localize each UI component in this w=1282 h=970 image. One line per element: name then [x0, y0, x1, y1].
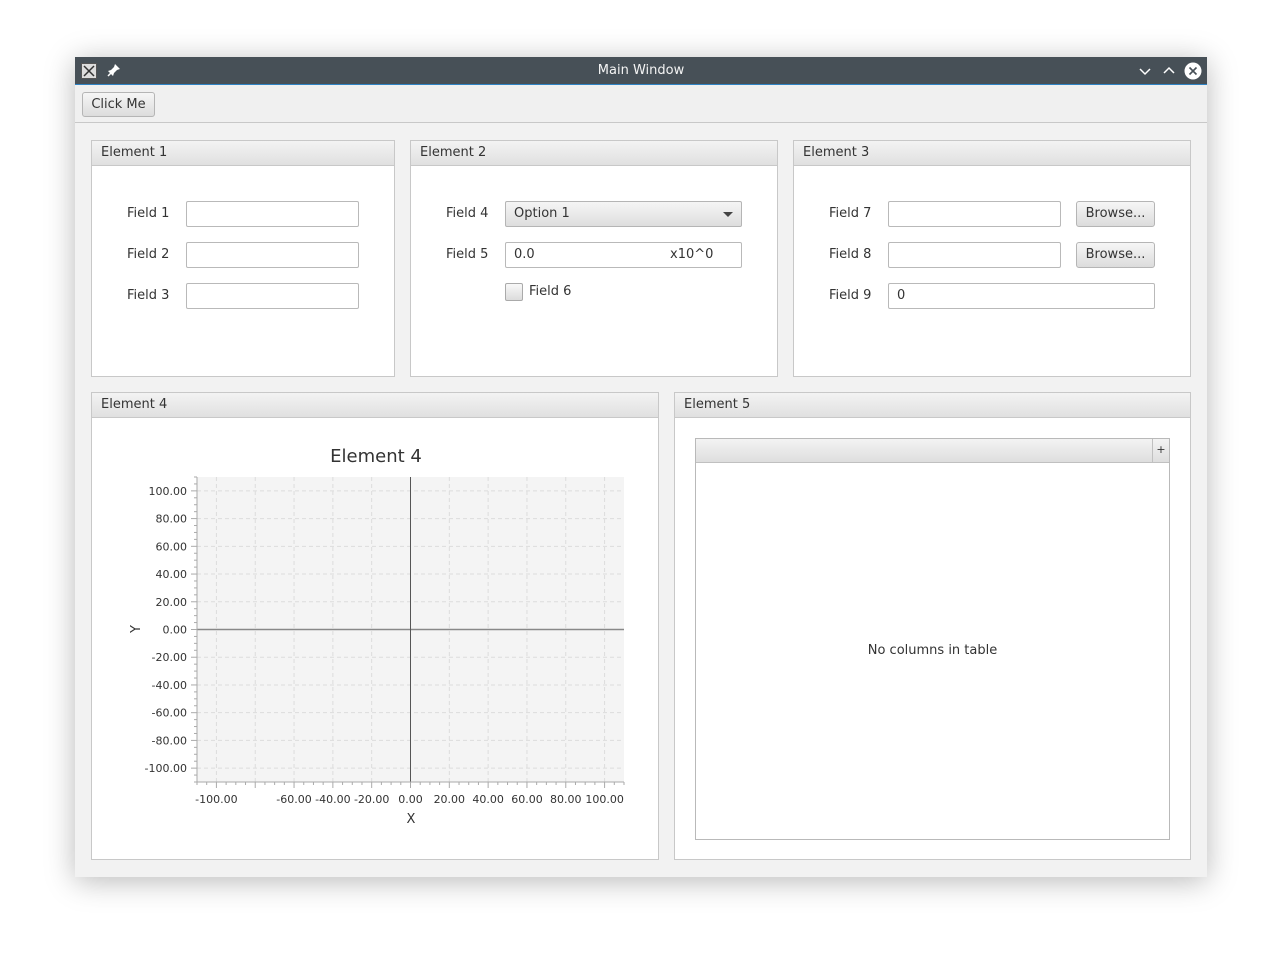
y-tick-label: -60.00 [152, 707, 187, 720]
element4-title: Element 4 [92, 393, 658, 418]
minimize-icon[interactable] [1137, 63, 1153, 79]
y-tick-label: -40.00 [152, 679, 187, 692]
field4-select[interactable]: Option 1 [505, 201, 742, 227]
field7-label: Field 7 [829, 206, 872, 221]
field6-label[interactable]: Field 6 [529, 284, 571, 300]
element2-panel: Element 2 Field 4 Option 1 Field 5 0.0 x… [410, 140, 778, 377]
field1-input[interactable] [186, 201, 359, 227]
field8-label: Field 8 [829, 247, 872, 262]
field9-label: Field 9 [829, 288, 872, 303]
field5-input[interactable]: 0.0 x10^0 [505, 242, 742, 268]
element1-panel: Element 1 Field 1 Field 2 Field 3 [91, 140, 395, 377]
x-tick-label: 0.00 [398, 793, 423, 806]
y-tick-label: 40.00 [156, 568, 188, 581]
element4-chart: Element 4 -100.00 -60.00 -40.00 -20.00 0.00 2… [129, 446, 625, 827]
column-menu-icon[interactable]: + [1152, 439, 1169, 462]
field5-value: 0.0 [514, 247, 535, 262]
field3-input[interactable] [186, 283, 359, 309]
close-icon[interactable] [1184, 62, 1202, 80]
click-me-button[interactable]: Click Me [82, 92, 155, 117]
field8-input[interactable] [888, 242, 1061, 268]
x-axis-label: X [407, 812, 416, 827]
field4-label: Field 4 [446, 206, 489, 221]
toolbar: Click Me [75, 85, 1207, 123]
y-tick-label: 60.00 [156, 540, 188, 553]
field6-checkbox[interactable] [505, 283, 523, 301]
y-tick-label: 20.00 [156, 596, 188, 609]
element4-panel: Element 4 Element 4 -100.00 -60.00 -40.00-… [91, 392, 659, 860]
field4-selected-value: Option 1 [514, 206, 570, 221]
x-tick-label: -20.00 [354, 793, 389, 806]
field5-label: Field 5 [446, 247, 489, 262]
x-tick-label: 80.00 [550, 793, 582, 806]
x-tick-label: 100.00 [585, 793, 624, 806]
y-axis-label: Y [129, 625, 144, 634]
element5-panel: Element 5 + No columns in table [674, 392, 1191, 860]
element5-table[interactable]: + No columns in table [695, 438, 1170, 840]
window-title: Main Window [597, 63, 685, 78]
chart-title: Element 4 [330, 446, 422, 467]
y-tick-label: -100.00 [145, 762, 187, 775]
x-tick-label: 20.00 [434, 793, 466, 806]
element3-title: Element 3 [794, 141, 1190, 166]
field1-label: Field 1 [127, 206, 170, 221]
field7-input[interactable] [888, 201, 1061, 227]
x-tick-label: 60.00 [511, 793, 543, 806]
title-bar[interactable]: Main Window [75, 57, 1207, 85]
x-tick-label: -100.00 [195, 793, 237, 806]
table-placeholder: No columns in table [867, 643, 998, 658]
field2-label: Field 2 [127, 247, 170, 262]
element3-panel: Element 3 Field 7 Browse... Field 8 Brow… [793, 140, 1191, 377]
element1-title: Element 1 [92, 141, 394, 166]
field5-exponent-suffix: x10^0 [670, 247, 714, 262]
field7-browse-button[interactable]: Browse... [1076, 201, 1155, 227]
field9-input[interactable]: 0 [888, 283, 1155, 309]
field3-label: Field 3 [127, 288, 170, 303]
chevron-down-icon [723, 212, 733, 217]
element5-title: Element 5 [675, 393, 1190, 418]
field2-input[interactable] [186, 242, 359, 268]
y-tick-label: 80.00 [156, 513, 188, 526]
x-tick-label: -40.00 [315, 793, 350, 806]
x-tick-label: -60.00 [276, 793, 311, 806]
y-tick-label: -20.00 [152, 651, 187, 664]
element2-title: Element 2 [411, 141, 777, 166]
x-tick-label: 40.00 [472, 793, 504, 806]
maximize-icon[interactable] [1161, 63, 1177, 79]
y-tick-label: 0.00 [163, 624, 188, 637]
main-window: Main Window Click Me Element 1 Field 1 F… [75, 57, 1207, 877]
y-tick-label: 100.00 [149, 485, 188, 498]
table-header: + [696, 439, 1169, 463]
y-tick-label: -80.00 [152, 734, 187, 747]
field8-browse-button[interactable]: Browse... [1076, 242, 1155, 268]
